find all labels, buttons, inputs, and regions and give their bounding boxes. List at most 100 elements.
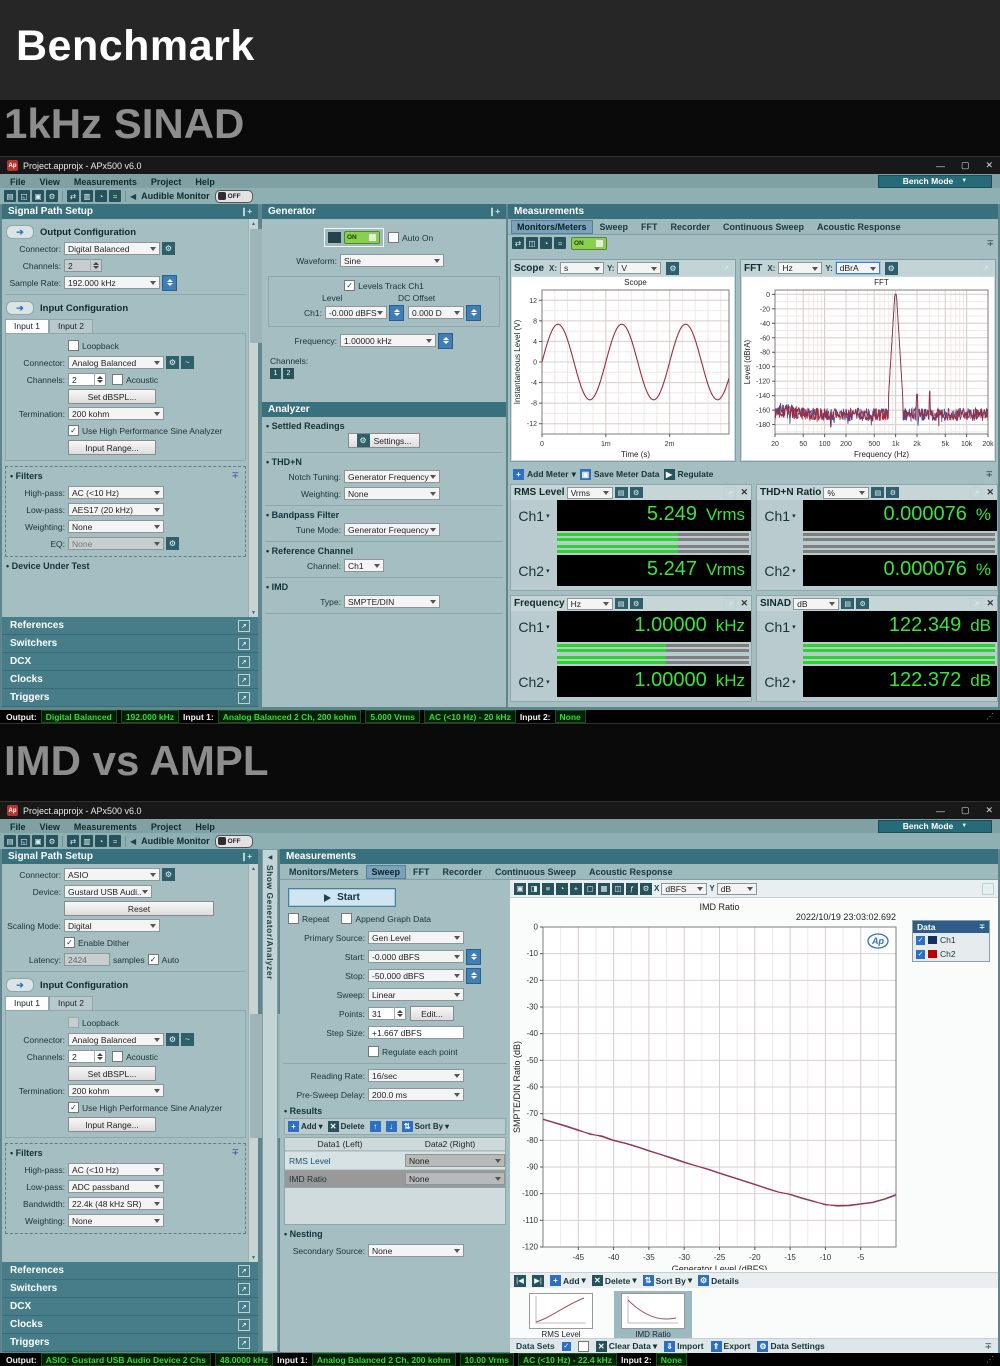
pin-panel-icon[interactable]: ❙+ (489, 207, 500, 216)
channel-selector[interactable]: Ch2▾ (511, 555, 557, 586)
sidebar-item-clocks[interactable]: Clocks↗ (2, 671, 258, 689)
menu-measurements[interactable]: Measurements (67, 822, 144, 832)
connector-dropdown[interactable]: Digital Balanced (64, 242, 160, 255)
tab-acoustic-response[interactable]: Acoustic Response (584, 866, 678, 878)
add-button[interactable]: +Add▾ (550, 1275, 586, 1286)
connector-dropdown[interactable]: Analog Balanced (68, 356, 164, 369)
step-size-field[interactable]: +1.667 dBFS (368, 1026, 464, 1039)
popout-icon[interactable]: ↗ (970, 487, 982, 499)
graph-settings-icon[interactable]: ⚙ (640, 883, 652, 895)
tab-input-2[interactable]: Input 2 (49, 319, 93, 333)
set-dbspl-button[interactable]: Set dBSPL... (68, 389, 156, 404)
close-icon[interactable]: ✕ (986, 598, 994, 609)
new-project-icon[interactable]: ▤ (4, 190, 16, 202)
sidebar-item-switchers[interactable]: Switchers↗ (2, 635, 258, 653)
low-pass-dropdown[interactable]: ADC passband (68, 1180, 164, 1193)
channel-selector[interactable]: Ch1▾ (511, 500, 557, 531)
menu-view[interactable]: View (33, 177, 67, 187)
tab-sweep[interactable]: Sweep (367, 866, 406, 878)
legend-entry-ch2[interactable]: ✓Ch2 (913, 947, 989, 961)
menu-file[interactable]: File (3, 822, 33, 832)
tab-continuous-sweep[interactable]: Continuous Sweep (490, 866, 581, 878)
repeat-checkbox[interactable]: Repeat (288, 913, 329, 924)
eq-dropdown[interactable]: None (68, 537, 164, 550)
item-button[interactable]: ↓ (386, 1121, 397, 1132)
dc-stepper[interactable] (466, 305, 481, 321)
pre-sweep-delay-dropdown[interactable]: 200.0 ms (368, 1088, 464, 1101)
input-range-button[interactable]: Input Range... (68, 440, 156, 455)
pin-icon[interactable]: ∓ (985, 469, 993, 480)
connector-settings-icon[interactable]: ⚙ (166, 356, 179, 369)
channels-spinner[interactable]: 2 (64, 259, 102, 272)
secondary-source-dropdown[interactable]: None (368, 1244, 464, 1257)
channel-dropdown[interactable]: Ch1 (344, 559, 384, 572)
points-spinner[interactable]: 31 (368, 1007, 406, 1020)
clock-icon[interactable]: ◔ (540, 237, 552, 249)
connector-settings-icon[interactable]: ⚙ (162, 242, 175, 255)
save-project-icon[interactable]: ▣ (32, 190, 44, 202)
data2-dropdown[interactable]: None (405, 1172, 505, 1185)
meter-display-icon[interactable]: ▤ (841, 598, 854, 609)
popout-icon[interactable]: ↗ (982, 883, 994, 895)
graph-icon[interactable]: ≈ (554, 237, 566, 249)
spinner-arrows-icon[interactable] (394, 1007, 405, 1020)
menu-help[interactable]: Help (188, 177, 222, 187)
acoustic-checkbox[interactable]: Acoustic (112, 374, 158, 385)
scope-settings-icon[interactable]: ⚙ (666, 262, 679, 275)
meter-display-icon[interactable]: ▤ (615, 487, 628, 498)
latency-field[interactable]: 2424 (64, 953, 110, 966)
generator-on-toggle[interactable]: ON (324, 228, 384, 247)
sample-rate-dropdown[interactable]: 192.000 kHz (64, 276, 160, 289)
graph-data-icon[interactable]: ◫ (612, 883, 624, 895)
connector-settings-icon[interactable]: ⚙ (166, 1033, 179, 1046)
tab-monitors-meters[interactable]: Monitors/Meters (512, 221, 592, 233)
copy-graph-icon[interactable]: ◨ (528, 883, 540, 895)
pin-icon[interactable]: ∓ (231, 1147, 239, 1158)
loopback-checkbox[interactable]: Loopback (68, 1017, 119, 1028)
close-button[interactable]: ✕ (985, 160, 993, 171)
reading-rate-dropdown[interactable]: 16/sec (368, 1069, 464, 1082)
spinner-arrows-icon[interactable] (90, 259, 101, 272)
audible-monitor-toggle[interactable]: OFF (215, 190, 253, 203)
tab-input-2[interactable]: Input 2 (49, 996, 93, 1010)
details-button[interactable]: ⚙Details (698, 1275, 739, 1286)
menu-project[interactable]: Project (144, 822, 189, 832)
meter-settings-icon[interactable]: ⚙ (630, 598, 643, 609)
thumbnail-imd-ratio[interactable]: IMD Ratio (614, 1291, 692, 1339)
channel-2-button[interactable]: 2 (283, 368, 294, 379)
new-project-icon[interactable]: ▤ (4, 835, 16, 847)
channel-1-button[interactable]: 1 (270, 368, 281, 379)
data-settings-button[interactable]: ⚙Data Settings (757, 1341, 824, 1352)
scope-y-units-dropdown[interactable]: V (617, 262, 661, 274)
io-icon[interactable]: ⇄ (512, 237, 524, 249)
meter-settings-icon[interactable]: ⚙ (856, 598, 869, 609)
delete-button[interactable]: ✕Delete▾ (592, 1275, 637, 1286)
weighting-dropdown[interactable]: None (68, 1214, 164, 1227)
signal-path-icon[interactable]: ⇄ (67, 190, 79, 202)
value-stepper-icon[interactable] (466, 949, 481, 965)
sidebar-item-triggers[interactable]: Triggers↗ (2, 689, 258, 707)
add-button[interactable]: +Add▾ (288, 1121, 323, 1132)
pin-icon[interactable]: ∓ (986, 238, 994, 249)
tab-monitors-meters[interactable]: Monitors/Meters (284, 866, 364, 878)
maximize-button[interactable]: ▢ (961, 805, 970, 816)
menu-file[interactable]: File (3, 177, 33, 187)
type-dropdown[interactable]: SMPTE/DIN (344, 595, 440, 608)
add-meter-button[interactable]: +Add Meter▾ (513, 469, 576, 480)
tab-recorder[interactable]: Recorder (666, 221, 716, 233)
menu-project[interactable]: Project (144, 177, 189, 187)
frequency-dropdown[interactable]: 1.00000 kHz (340, 334, 436, 347)
meters-icon[interactable]: ◫ (526, 237, 538, 249)
bench-mode-button[interactable]: Bench Mode▼ (878, 175, 992, 188)
signal-path-icon[interactable]: ⇄ (67, 835, 79, 847)
value-stepper-icon[interactable] (466, 968, 481, 984)
pin-icon[interactable]: ∓ (979, 923, 985, 931)
meter-display-icon[interactable]: ▤ (871, 487, 884, 498)
fft-settings-icon[interactable]: ⚙ (885, 262, 898, 275)
sweep-dropdown[interactable]: Linear (368, 988, 464, 1001)
clock-icon[interactable]: ◔ (95, 835, 107, 847)
channels-spinner[interactable]: 2 (68, 1050, 106, 1063)
start-button[interactable]: Start (288, 888, 396, 907)
close-icon[interactable]: ✕ (986, 487, 994, 498)
close-icon[interactable]: ✕ (740, 598, 748, 609)
